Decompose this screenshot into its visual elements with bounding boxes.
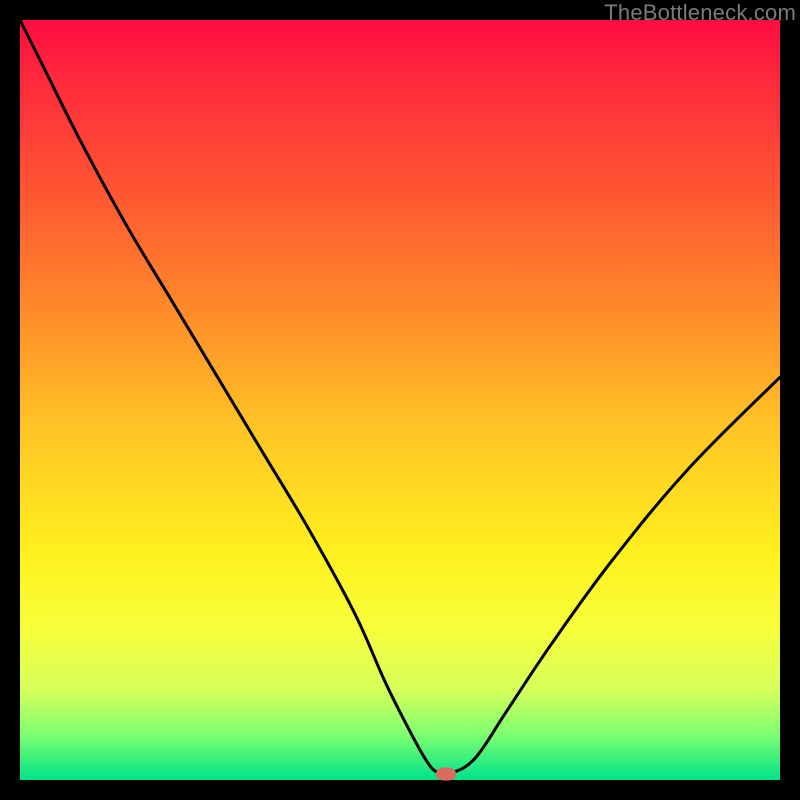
bottleneck-curve	[20, 20, 780, 774]
plot-area	[20, 20, 780, 780]
chart-frame: TheBottleneck.com	[0, 0, 800, 800]
curve-layer	[20, 20, 780, 780]
